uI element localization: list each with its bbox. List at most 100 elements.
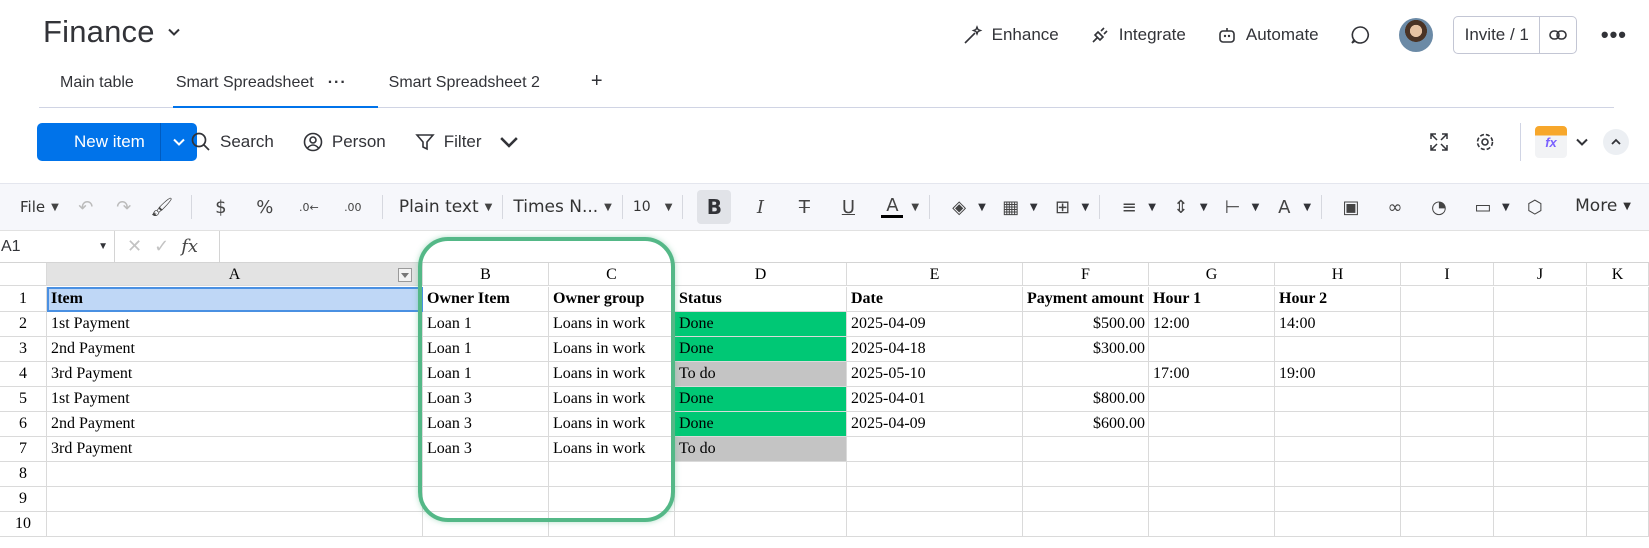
grid-cell[interactable] xyxy=(1149,437,1275,462)
grid-cell[interactable] xyxy=(549,462,675,487)
grid-cell[interactable]: Loan 1 xyxy=(423,362,549,387)
text-color-icon[interactable]: A xyxy=(881,195,904,218)
grid-cell[interactable]: Loans in work xyxy=(549,337,675,362)
column-header-j[interactable]: J xyxy=(1494,263,1587,286)
caret-down-icon[interactable]: ▼ xyxy=(1082,202,1090,213)
grid-cell[interactable] xyxy=(1494,462,1587,487)
grid-cell[interactable]: 2025-04-09 xyxy=(847,312,1023,337)
grid-cell[interactable] xyxy=(847,437,1023,462)
grid-cell[interactable] xyxy=(1275,337,1401,362)
tab-smart-spreadsheet[interactable]: Smart Spreadsheet ··· xyxy=(155,62,368,108)
column-header-k[interactable]: K xyxy=(1587,263,1649,286)
gear-icon[interactable] xyxy=(1474,131,1496,153)
comment-icon[interactable]: ▭ xyxy=(1472,196,1494,218)
grid-cell[interactable]: 14:00 xyxy=(1275,312,1401,337)
column-header-a[interactable]: A xyxy=(47,263,423,286)
grid-cell[interactable]: 2nd Payment xyxy=(47,412,423,437)
grid-cell[interactable] xyxy=(1494,362,1587,387)
grid-cell[interactable] xyxy=(1149,412,1275,437)
header-cell[interactable]: Hour 1 xyxy=(1149,287,1275,312)
grid-cell[interactable]: 2nd Payment xyxy=(47,337,423,362)
grid-cell[interactable] xyxy=(423,512,549,537)
grid-cell[interactable] xyxy=(1149,462,1275,487)
grid-cell[interactable]: Loans in work xyxy=(549,437,675,462)
chat-bubble-icon[interactable] xyxy=(1349,24,1371,46)
grid-cell[interactable] xyxy=(1401,387,1494,412)
grid-cell[interactable] xyxy=(1401,362,1494,387)
grid-cell[interactable]: 2025-04-09 xyxy=(847,412,1023,437)
grid-cell[interactable] xyxy=(1023,437,1149,462)
header-cell[interactable] xyxy=(1494,287,1587,312)
grid-cell[interactable] xyxy=(423,487,549,512)
integrate-button[interactable]: Integrate xyxy=(1089,24,1186,46)
font-family-select[interactable]: Times N... ▼ xyxy=(513,197,612,217)
formula-input[interactable] xyxy=(220,231,1649,262)
row-header[interactable]: 2 xyxy=(0,312,47,337)
row-header[interactable]: 10 xyxy=(0,512,47,537)
row-header[interactable]: 9 xyxy=(0,487,47,512)
grid-cell[interactable] xyxy=(423,462,549,487)
grid-cell[interactable] xyxy=(1494,512,1587,537)
grid-cell[interactable] xyxy=(1587,487,1649,512)
smart-spreadsheet-app-icon[interactable]: fx xyxy=(1535,126,1567,158)
cell-reference-box[interactable]: A1 ▼ xyxy=(0,231,115,262)
grid-cell[interactable]: $300.00 xyxy=(1023,337,1149,362)
grid-cell[interactable] xyxy=(847,462,1023,487)
grid-cell[interactable] xyxy=(549,487,675,512)
grid-cell[interactable] xyxy=(1149,337,1275,362)
grid-cell[interactable] xyxy=(1494,412,1587,437)
status-cell[interactable]: Done xyxy=(675,387,847,412)
text-wrap-icon[interactable]: ⊢ xyxy=(1222,196,1244,218)
new-item-button[interactable]: New item xyxy=(37,123,160,161)
file-menu[interactable]: File ▼ xyxy=(20,198,59,216)
column-filter-icon[interactable] xyxy=(398,268,412,282)
header-cell[interactable]: Owner Item xyxy=(423,287,549,312)
header-cell[interactable]: Date xyxy=(847,287,1023,312)
fx-icon[interactable]: fx xyxy=(181,236,198,257)
select-all-corner[interactable] xyxy=(0,263,47,286)
status-cell[interactable]: Done xyxy=(675,337,847,362)
header-cell[interactable] xyxy=(1401,287,1494,312)
caret-down-icon[interactable]: ▼ xyxy=(1303,202,1311,213)
row-header[interactable]: 7 xyxy=(0,437,47,462)
decrease-decimal-icon[interactable]: .0← xyxy=(298,196,320,218)
grid-cell[interactable]: 3rd Payment xyxy=(47,362,423,387)
header-cell[interactable]: Hour 2 xyxy=(1275,287,1401,312)
header-cell[interactable]: Owner group xyxy=(549,287,675,312)
grid-cell[interactable]: Loans in work xyxy=(549,412,675,437)
grid-cell[interactable] xyxy=(1149,512,1275,537)
grid-cell[interactable] xyxy=(675,512,847,537)
tab-main-table[interactable]: Main table xyxy=(39,62,155,108)
grid-cell[interactable] xyxy=(1587,362,1649,387)
grid-cell[interactable]: Loans in work xyxy=(549,312,675,337)
grid-cell[interactable] xyxy=(1494,487,1587,512)
grid-cell[interactable] xyxy=(1149,387,1275,412)
text-rotation-icon[interactable]: A xyxy=(1273,196,1295,218)
more-options-icon[interactable]: ••• xyxy=(1601,22,1627,48)
user-avatar[interactable] xyxy=(1398,18,1433,52)
grid-cell[interactable] xyxy=(1275,462,1401,487)
grid-cell[interactable]: Loan 1 xyxy=(423,312,549,337)
grid-cell[interactable] xyxy=(1275,412,1401,437)
underline-icon[interactable]: U xyxy=(837,196,859,218)
more-toolbar-button[interactable]: More ▼ xyxy=(1575,196,1631,216)
grid-cell[interactable] xyxy=(847,487,1023,512)
fill-color-icon[interactable]: ◈ xyxy=(948,196,970,218)
vertical-align-icon[interactable]: ⇕ xyxy=(1170,196,1192,218)
cube-icon[interactable]: ⬡ xyxy=(1524,196,1546,218)
grid-cell[interactable] xyxy=(1587,312,1649,337)
number-format-select[interactable]: Plain text ▼ xyxy=(399,197,493,217)
grid-cell[interactable] xyxy=(1275,437,1401,462)
chevron-down-icon[interactable] xyxy=(167,25,181,39)
enhance-button[interactable]: Enhance xyxy=(962,24,1059,46)
tab-options-icon[interactable]: ··· xyxy=(328,74,347,92)
caret-down-icon[interactable]: ▼ xyxy=(978,202,986,213)
grid-cell[interactable] xyxy=(1587,387,1649,412)
grid-cell[interactable]: $800.00 xyxy=(1023,387,1149,412)
grid-cell[interactable] xyxy=(1401,337,1494,362)
grid-cell[interactable]: Loan 3 xyxy=(423,437,549,462)
row-header[interactable]: 4 xyxy=(0,362,47,387)
horizontal-align-icon[interactable]: ≡ xyxy=(1118,196,1140,218)
board-title[interactable]: Finance xyxy=(43,14,181,50)
grid-cell[interactable] xyxy=(1275,487,1401,512)
